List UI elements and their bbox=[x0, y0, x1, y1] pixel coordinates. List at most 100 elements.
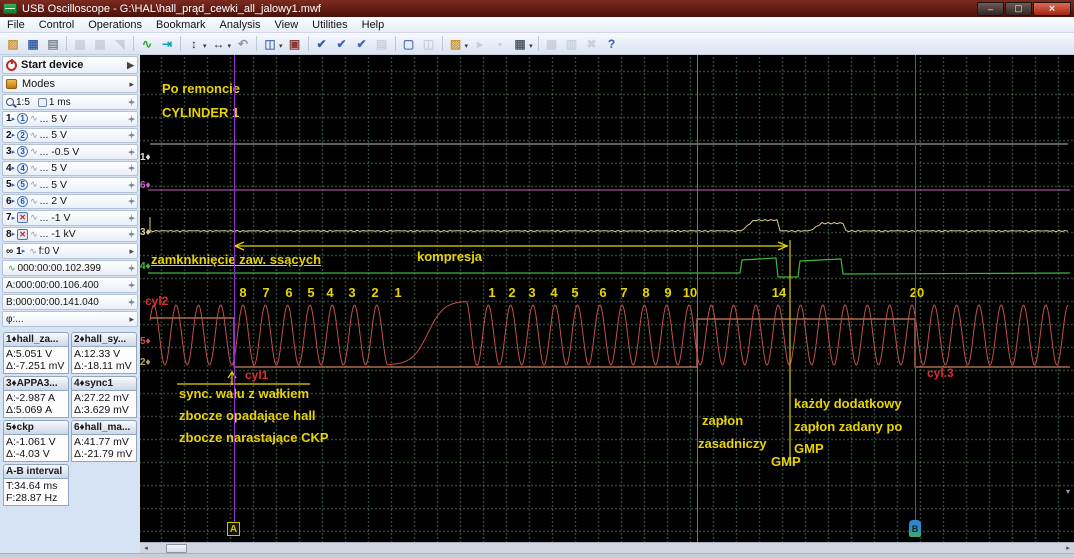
step-arrows-icon[interactable]: ◂|▸ bbox=[128, 281, 134, 289]
ab-interval-box-header[interactable]: A-B interval bbox=[3, 464, 69, 479]
annotation-kompresja: kompresja bbox=[417, 250, 482, 263]
cursor-b-handle[interactable]: B bbox=[909, 520, 921, 537]
step-arrows-icon[interactable]: ◂|▸ bbox=[128, 214, 134, 222]
measure-box-4-header[interactable]: 4♦sync1 bbox=[71, 376, 137, 391]
channel-row-8[interactable]: 8▸✕∿... -1 kV◂|▸ bbox=[2, 227, 138, 243]
channel-3-marker[interactable]: 3♦ bbox=[140, 227, 151, 238]
step-arrows-icon[interactable]: ◂|▸ bbox=[128, 98, 134, 106]
step-arrows-icon[interactable]: ◂|▸ bbox=[128, 230, 134, 238]
measure-box-5-header[interactable]: 5♦ckp bbox=[3, 420, 69, 435]
counter-icon[interactable]: ▦ bbox=[511, 35, 529, 53]
menu-file[interactable]: File bbox=[0, 17, 32, 32]
channel-5-marker[interactable]: 5♦ bbox=[140, 336, 151, 347]
cursor-live-line[interactable] bbox=[697, 55, 698, 542]
channel-row-2[interactable]: 2▸2∿... 5 V◂|▸ bbox=[2, 128, 138, 144]
display-mode-icon-dropdown[interactable]: ▾ bbox=[279, 42, 283, 50]
cursor-a-handle[interactable]: A bbox=[227, 522, 240, 536]
channel-row-1[interactable]: 1▸1∿... 5 V◂|▸ bbox=[2, 111, 138, 127]
menu-analysis[interactable]: Analysis bbox=[213, 17, 268, 32]
channel-badge-icon[interactable]: 4 bbox=[17, 163, 28, 174]
step-arrows-icon[interactable]: ◂|▸ bbox=[128, 115, 134, 123]
step-arrows-icon[interactable]: ◂|▸ bbox=[128, 131, 134, 139]
channel-6-marker[interactable]: 6♦ bbox=[140, 180, 151, 191]
channel-row-4[interactable]: 4▸4∿... 5 V◂|▸ bbox=[2, 161, 138, 177]
menu-help[interactable]: Help bbox=[355, 17, 392, 32]
step-arrows-icon[interactable]: ◂|▸ bbox=[128, 181, 134, 189]
channel-row-6[interactable]: 6▸6∿... 2 V◂|▸ bbox=[2, 194, 138, 210]
channel-4-marker[interactable]: 4♦ bbox=[140, 261, 151, 272]
measure-box-2-header[interactable]: 2♦hall_sy... bbox=[71, 332, 137, 347]
cycle-number-label: 6 bbox=[285, 286, 292, 299]
maximize-button[interactable]: ▢ bbox=[1005, 2, 1032, 16]
step-arrows-icon[interactable]: ◂|▸ bbox=[128, 264, 134, 272]
cursor-a-value: A:000:00:00.106.400 bbox=[6, 280, 99, 291]
cursor-b-row[interactable]: B:000:00:00.141.040 ◂|▸ bbox=[2, 294, 138, 310]
menu-control[interactable]: Control bbox=[32, 17, 81, 32]
horizontal-scale-icon-dropdown[interactable]: ▾ bbox=[228, 42, 232, 50]
new-session-icon[interactable]: ▨ bbox=[447, 35, 465, 53]
menu-utilities[interactable]: Utilities bbox=[305, 17, 354, 32]
cursor-b-line[interactable] bbox=[915, 55, 916, 525]
new-session-icon-dropdown[interactable]: ▾ bbox=[465, 42, 469, 50]
menu-operations[interactable]: Operations bbox=[81, 17, 149, 32]
start-device-button[interactable]: Start device ▶ bbox=[2, 56, 138, 74]
scrollbar-thumb[interactable] bbox=[166, 544, 187, 553]
title-bar[interactable]: USB Oscilloscope - G:\HAL\hall_prąd_cewk… bbox=[0, 0, 1074, 17]
channel-row-3[interactable]: 3▸3∿... -0.5 V◂|▸ bbox=[2, 144, 138, 160]
channel-disabled-icon[interactable]: ✕ bbox=[17, 229, 28, 240]
counter-icon-dropdown[interactable]: ▾ bbox=[529, 42, 533, 50]
undo-icon[interactable]: ↶ bbox=[234, 35, 252, 53]
fullscreen-icon[interactable]: ▣ bbox=[286, 35, 304, 53]
measure-box-3-header[interactable]: 3♦APPA3... bbox=[3, 376, 69, 391]
display-mode-icon[interactable]: ◫ bbox=[261, 35, 279, 53]
cursor-a-line[interactable] bbox=[234, 55, 235, 525]
help-icon[interactable]: ? bbox=[603, 35, 621, 53]
oscilloscope-display[interactable]: ▾ Po remoncieCYLINDER 1zamknknięcie zaw.… bbox=[140, 55, 1074, 542]
modes-button[interactable]: Modes ▸ bbox=[2, 75, 138, 93]
phase-row[interactable]: φ:... ▸ bbox=[2, 311, 138, 327]
step-arrows-icon[interactable]: ◂|▸ bbox=[128, 148, 134, 156]
scroll-right-icon[interactable]: ▸ bbox=[1062, 543, 1074, 553]
horizontal-scrollbar[interactable]: ◂ ▸ bbox=[140, 542, 1074, 553]
trigger-binocular-icon: ∞ bbox=[6, 246, 13, 257]
save-icon[interactable]: ▦ bbox=[24, 35, 42, 53]
channel-disabled-icon[interactable]: ✕ bbox=[17, 212, 28, 223]
plot-scroll-down-icon[interactable]: ▾ bbox=[1066, 487, 1070, 496]
pulse-icon[interactable]: ∿ bbox=[138, 35, 156, 53]
select-region-icon[interactable]: ▢ bbox=[400, 35, 418, 53]
time-position-row[interactable]: ∿ 000:00:00.102.399 ◂|▸ bbox=[2, 260, 138, 276]
save-settings-icon[interactable]: ✔ bbox=[333, 35, 351, 53]
channel-row-5[interactable]: 5▸5∿... 5 V◂|▸ bbox=[2, 177, 138, 193]
scroll-left-icon[interactable]: ◂ bbox=[140, 543, 152, 553]
accept-icon[interactable]: ✔ bbox=[313, 35, 331, 53]
channel-1-marker[interactable]: 1♦ bbox=[140, 152, 151, 163]
channel-badge-icon[interactable]: 5 bbox=[17, 179, 28, 190]
menu-view[interactable]: View bbox=[268, 17, 306, 32]
minimize-button[interactable]: – bbox=[977, 2, 1004, 16]
channel-row-7[interactable]: 7▸✕∿... -1 V◂|▸ bbox=[2, 210, 138, 226]
cursor-a-row[interactable]: A:000:00:00.106.400 ◂|▸ bbox=[2, 277, 138, 293]
horizontal-scale-icon[interactable]: ↔ bbox=[210, 35, 228, 53]
step-arrows-icon[interactable]: ◂|▸ bbox=[128, 164, 134, 172]
menu-bookmark[interactable]: Bookmark bbox=[149, 17, 213, 32]
marker-icon[interactable]: ⇥ bbox=[158, 35, 176, 53]
measure-box-6-header[interactable]: 6♦hall_ma... bbox=[71, 420, 137, 435]
trigger-row[interactable]: ∞ 1 ▸ ∿ f:0 V ▸ bbox=[2, 243, 138, 259]
channel-badge-icon[interactable]: 2 bbox=[17, 130, 28, 141]
vertical-scale-icon-dropdown[interactable]: ▾ bbox=[203, 42, 207, 50]
step-arrows-icon[interactable]: ◂|▸ bbox=[128, 197, 134, 205]
scale-row[interactable]: 1:5 1 ms ◂|▸ bbox=[2, 94, 138, 110]
channel-badge-icon[interactable]: 1 bbox=[17, 113, 28, 124]
measure-box-1-values: A:5.051 VΔ:-7.251 mV bbox=[3, 347, 69, 374]
step-arrows-icon[interactable]: ◂|▸ bbox=[128, 298, 134, 306]
measure-box-1-header[interactable]: 1♦hall_za... bbox=[3, 332, 69, 347]
vertical-scale-icon[interactable]: ↕ bbox=[185, 35, 203, 53]
channel-range-value: ... 5 V bbox=[40, 179, 67, 191]
channel-badge-icon[interactable]: 3 bbox=[17, 146, 28, 157]
print-icon[interactable]: ▤ bbox=[44, 35, 62, 53]
channel-badge-icon[interactable]: 6 bbox=[17, 196, 28, 207]
close-button[interactable]: × bbox=[1033, 2, 1071, 16]
open-icon[interactable]: ▨ bbox=[4, 35, 22, 53]
load-settings-icon[interactable]: ✔ bbox=[353, 35, 371, 53]
channel-2-marker[interactable]: 2♦ bbox=[140, 357, 151, 368]
